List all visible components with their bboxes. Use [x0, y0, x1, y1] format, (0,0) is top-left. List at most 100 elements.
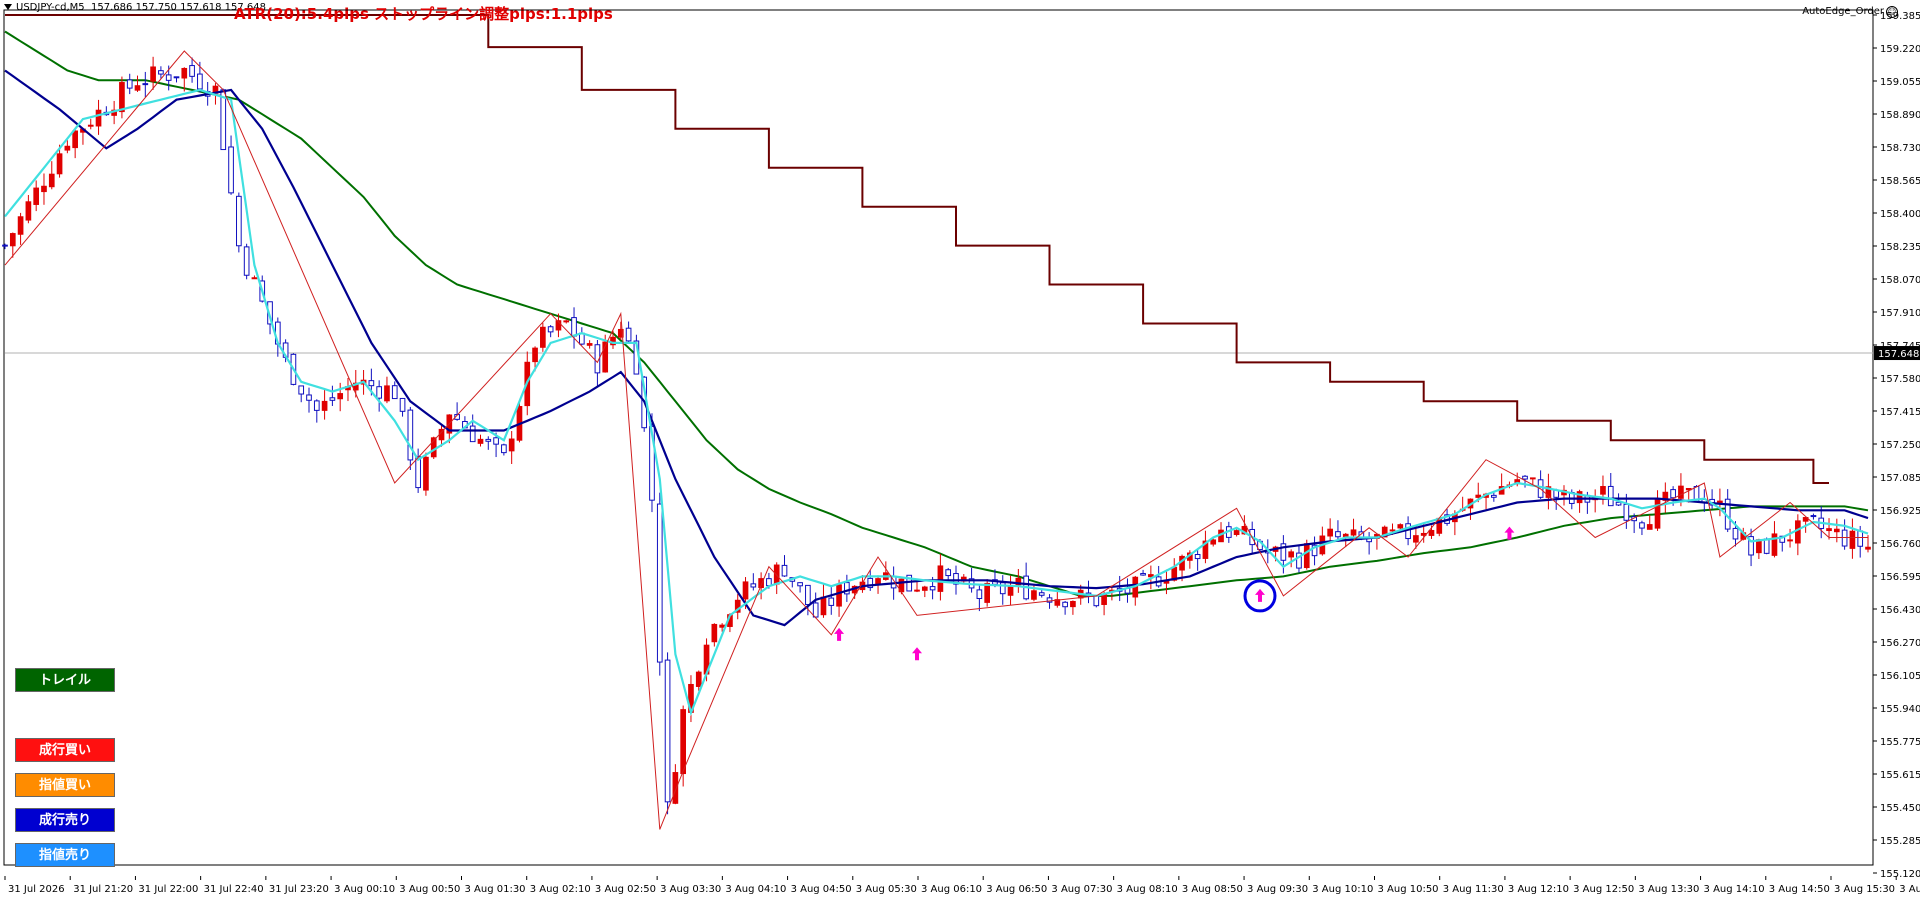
- bull-candle: [181, 67, 188, 79]
- atr-info-text: ATR(20):5.4pips ストップライン調整pips:1.1pips: [234, 5, 613, 23]
- bear-candle: [407, 409, 414, 461]
- bull-candle: [251, 277, 258, 280]
- time-tick-label: 31 Jul 21:20: [73, 884, 133, 895]
- bear-candle: [781, 564, 788, 577]
- current-price-label: 157.648: [1878, 349, 1919, 360]
- bear-candle: [173, 76, 180, 79]
- price-tick-label: 155.775: [1880, 737, 1920, 748]
- time-tick-label: 3 Aug 12:10: [1508, 884, 1569, 895]
- bear-candle: [391, 385, 398, 400]
- time-tick-label: 31 Jul 22:40: [204, 884, 264, 895]
- bear-candle: [197, 73, 203, 90]
- price-tick-label: 156.270: [1880, 638, 1920, 649]
- bull-candle: [72, 130, 78, 149]
- limit-buy-button[interactable]: 指値買い: [15, 773, 115, 797]
- bear-candle: [1615, 501, 1622, 506]
- bull-candle: [384, 385, 390, 402]
- green-stop-line: [4, 30, 1869, 597]
- bear-candle: [812, 602, 819, 618]
- bear-candle: [1732, 527, 1739, 540]
- symbol-label: USDJPY-cd,M5: [16, 2, 85, 13]
- price-tick-label: 155.285: [1880, 836, 1920, 847]
- time-tick-label: 3 Aug 06:50: [986, 884, 1047, 895]
- time-tick-label: 3 Aug 15:30: [1834, 884, 1895, 895]
- bear-candle: [1670, 489, 1676, 499]
- time-tick-label: 3 Aug 00:10: [334, 884, 395, 895]
- plot-area-frame: [3, 9, 1874, 866]
- price-tick-label: 159.220: [1880, 44, 1920, 55]
- bear-candle: [929, 586, 936, 591]
- bear-candle: [1522, 475, 1528, 480]
- bull-candle: [921, 586, 928, 591]
- bear-candle: [298, 385, 305, 395]
- time-tick-label: 3 Aug 16:10: [1899, 884, 1920, 895]
- time-tick-label: 3 Aug 09:30: [1247, 884, 1308, 895]
- price-tick-label: 158.070: [1880, 275, 1920, 286]
- bull-candle: [711, 623, 718, 643]
- bull-candle: [41, 185, 47, 193]
- bull-candle: [1826, 528, 1832, 532]
- bear-candle: [1062, 601, 1068, 608]
- bear-candle: [189, 65, 195, 77]
- buy-signal-arrow-icon: [1254, 588, 1265, 602]
- time-tick-label: 3 Aug 05:30: [856, 884, 917, 895]
- time-tick-label: 3 Aug 11:30: [1443, 884, 1504, 895]
- price-tick-label: 157.250: [1880, 440, 1920, 451]
- bear-candle: [1841, 529, 1848, 547]
- bull-candle: [820, 596, 827, 616]
- bull-candle: [1646, 524, 1653, 530]
- time-tick-label: 3 Aug 08:50: [1182, 884, 1243, 895]
- dropdown-triangle-icon[interactable]: [4, 4, 12, 10]
- bear-candle: [165, 74, 172, 81]
- bull-candle: [134, 85, 141, 91]
- bull-candle: [1865, 546, 1871, 550]
- bear-candle: [1194, 554, 1201, 560]
- ea-name-label[interactable]: AutoEdge_Order ☺: [1802, 6, 1898, 18]
- bull-candle: [984, 582, 991, 603]
- price-tick-label: 159.055: [1880, 77, 1920, 88]
- chart-header: USDJPY-cd,M5 157.686 157.750 157.618 157…: [4, 2, 266, 13]
- trail-button[interactable]: トレイル: [15, 668, 115, 692]
- bull-candle: [423, 456, 429, 491]
- bull-candle: [1342, 533, 1349, 537]
- bull-candle: [1288, 551, 1295, 558]
- price-tick-label: 157.910: [1880, 308, 1920, 319]
- bear-candle: [797, 582, 803, 587]
- price-chart[interactable]: 159.385159.220159.055158.890158.730158.5…: [0, 0, 1920, 900]
- time-tick-label: 3 Aug 01:30: [464, 884, 525, 895]
- bear-candle: [501, 444, 507, 454]
- limit-sell-button[interactable]: 指値売り: [15, 843, 115, 867]
- bear-candle: [329, 397, 336, 401]
- time-tick-label: 3 Aug 02:50: [595, 884, 656, 895]
- time-tick-label: 3 Aug 02:10: [530, 884, 591, 895]
- price-tick-label: 158.730: [1880, 143, 1920, 154]
- bull-candle: [836, 584, 842, 607]
- bull-candle: [321, 400, 328, 411]
- bear-candle: [493, 437, 499, 445]
- smiley-icon: ☺: [1886, 6, 1898, 18]
- bull-candle: [1795, 520, 1801, 544]
- bear-candle: [547, 326, 554, 333]
- bull-candle: [1600, 486, 1606, 495]
- bull-candle: [937, 565, 944, 592]
- bull-candle: [25, 201, 32, 221]
- bull-candle: [1031, 590, 1037, 600]
- bear-candle: [126, 79, 133, 89]
- market-sell-button[interactable]: 成行売り: [15, 808, 115, 832]
- bull-candle: [1678, 485, 1684, 499]
- bull-candle: [1849, 530, 1856, 549]
- bear-candle: [1335, 531, 1341, 538]
- bull-candle: [48, 173, 55, 188]
- bull-candle: [532, 347, 538, 363]
- price-tick-label: 155.120: [1880, 869, 1920, 880]
- bull-candle: [563, 320, 570, 323]
- bear-candle: [1607, 485, 1614, 507]
- bull-candle: [1413, 535, 1419, 543]
- price-tick-label: 155.940: [1880, 704, 1920, 715]
- bear-candle: [368, 380, 375, 387]
- price-tick-label: 155.615: [1880, 770, 1920, 781]
- market-buy-button[interactable]: 成行買い: [15, 738, 115, 762]
- bear-candle: [469, 425, 476, 443]
- bull-candle: [1833, 528, 1840, 533]
- bear-candle: [228, 146, 234, 194]
